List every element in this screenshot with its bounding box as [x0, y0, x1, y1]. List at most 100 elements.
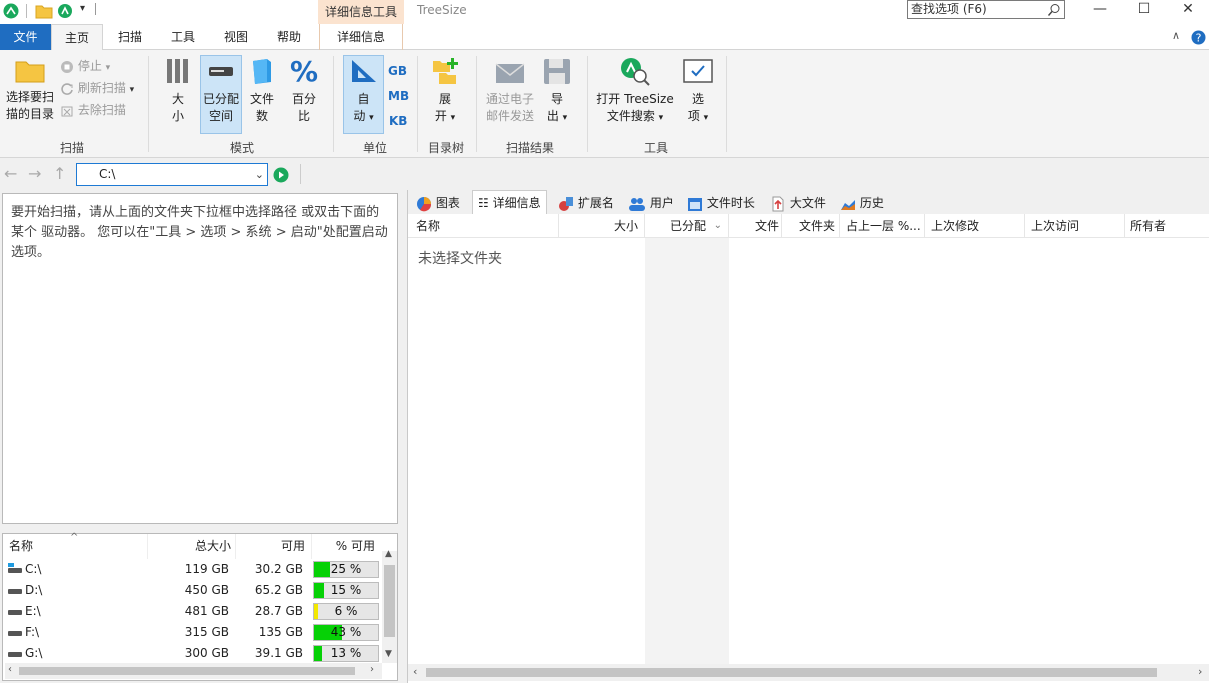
- scroll-thumb[interactable]: [426, 668, 1157, 677]
- tab-extensions[interactable]: 扩展名: [558, 192, 614, 214]
- tab-details-label: 详细信息: [492, 196, 541, 210]
- refresh-icon: [61, 82, 73, 95]
- calendar-icon: [688, 197, 702, 211]
- tab-scan[interactable]: 扫描: [106, 24, 154, 50]
- qat-dropdown-icon[interactable]: ▾: [80, 3, 85, 14]
- scan-icon[interactable]: [57, 2, 75, 20]
- export-button[interactable]: 导 出 ▾: [540, 56, 574, 127]
- up-arrow-icon[interactable]: ↑: [53, 164, 66, 183]
- drive-row[interactable]: E:\ 481 GB 28.7 GB 6 %: [3, 601, 383, 622]
- tab-view[interactable]: 视图: [212, 24, 260, 50]
- mode-percent-button[interactable]: % 百分 比: [286, 55, 322, 125]
- scroll-left-icon[interactable]: ‹: [413, 665, 417, 678]
- mode-allocated-button[interactable]: 已分配 空间: [200, 55, 242, 134]
- expand-button[interactable]: 展 开 ▾: [426, 56, 464, 127]
- drive-row[interactable]: F:\ 315 GB 135 GB 43 %: [3, 622, 383, 643]
- minimize-button[interactable]: —: [1078, 0, 1122, 20]
- size-bars-icon: [167, 59, 188, 83]
- col-owner[interactable]: 所有者: [1125, 214, 1209, 238]
- choose-label-2: 描的目录: [5, 107, 54, 121]
- send-email-button[interactable]: 通过电子 邮件发送: [482, 56, 538, 125]
- close-button[interactable]: ✕: [1166, 0, 1209, 20]
- unit-kb-button[interactable]: KB: [389, 114, 407, 128]
- percent-icon: %: [290, 55, 318, 88]
- drive-list-horizontal-scrollbar[interactable]: ‹ ›: [5, 663, 382, 679]
- drive-row[interactable]: G:\ 300 GB 39.1 GB 13 %: [3, 643, 383, 664]
- col-header-name[interactable]: 名称: [9, 534, 33, 559]
- path-combobox[interactable]: C:\ ⌄: [76, 163, 268, 186]
- mode-size-button[interactable]: 大 小: [160, 56, 196, 125]
- col-last-accessed[interactable]: 上次访问: [1025, 214, 1125, 238]
- scroll-thumb[interactable]: [384, 565, 395, 637]
- col-header-free[interactable]: 可用: [235, 534, 305, 559]
- unit-gb-button[interactable]: GB: [388, 64, 407, 78]
- tab-tools[interactable]: 工具: [160, 24, 206, 50]
- tab-history[interactable]: 历史: [840, 192, 884, 214]
- scroll-right-icon[interactable]: ›: [1198, 665, 1202, 678]
- collapse-ribbon-icon[interactable]: ∧: [1172, 29, 1180, 42]
- path-dropdown-icon[interactable]: ⌄: [255, 164, 264, 185]
- view-tabs: 图表 ☷ 详细信息 扩展名 用户 文件时长 大文件 历史: [408, 190, 1209, 214]
- scroll-thumb[interactable]: [19, 667, 355, 675]
- drive-total: 315 GB: [184, 625, 229, 639]
- history-chart-icon: [841, 199, 855, 210]
- col-folders[interactable]: 文件夹: [782, 214, 840, 238]
- email-icon: [495, 63, 525, 83]
- drive-name: E:\: [25, 604, 41, 618]
- col-percent-parent[interactable]: 占上一层 %...: [840, 214, 925, 238]
- folder-tree-pane[interactable]: 要开始扫描，请从上面的文件夹下拉框中选择路径 或双击下面的某个 驱动器。 您可以…: [2, 193, 398, 524]
- details-horizontal-scrollbar[interactable]: ‹ ›: [408, 664, 1209, 681]
- drive-row[interactable]: D:\ 450 GB 65.2 GB 15 %: [3, 580, 383, 601]
- drive-row[interactable]: C:\ 119 GB 30.2 GB 25 %: [3, 559, 383, 580]
- remove-scan-button[interactable]: 去除扫描: [60, 100, 126, 120]
- col-allocated[interactable]: 已分配 ⌄: [645, 214, 729, 238]
- tab-home[interactable]: 主页: [51, 24, 103, 51]
- col-header-pct-free[interactable]: % 可用: [311, 534, 375, 559]
- col-name[interactable]: 名称: [408, 214, 559, 238]
- back-arrow-icon[interactable]: ←: [4, 164, 17, 183]
- options-button[interactable]: 选 项 ▾: [680, 56, 716, 127]
- tab-chart[interactable]: 图表: [416, 192, 460, 214]
- drive-icon: [8, 631, 22, 636]
- tab-details[interactable]: 详细信息: [319, 24, 403, 50]
- help-icon[interactable]: ?: [1191, 30, 1206, 45]
- unit-auto-button[interactable]: 自 动 ▾: [343, 55, 384, 134]
- tab-file-age[interactable]: 文件时长: [687, 192, 755, 214]
- scroll-right-icon[interactable]: ›: [370, 664, 374, 675]
- disk-icon: [209, 67, 233, 76]
- group-label-unit: 单位: [362, 141, 387, 155]
- col-files[interactable]: 文件: [729, 214, 782, 238]
- stop-button[interactable]: 停止 ▾: [60, 56, 110, 76]
- scroll-left-icon[interactable]: ‹: [8, 664, 12, 675]
- forward-arrow-icon[interactable]: →: [28, 164, 41, 183]
- scroll-down-icon[interactable]: ▼: [385, 649, 392, 659]
- mode-files-button[interactable]: 文件 数: [246, 56, 278, 125]
- choose-directory-button[interactable]: 选择要扫 描的目录: [2, 56, 58, 123]
- open-file-search-button[interactable]: 打开 TreeSize 文件搜索 ▾: [594, 56, 676, 127]
- scroll-up-icon[interactable]: ▲: [385, 549, 392, 559]
- drive-free: 65.2 GB: [254, 583, 303, 597]
- refresh-scan-button[interactable]: 刷新扫描 ▾: [60, 78, 134, 98]
- tab-large-files[interactable]: 大文件: [770, 192, 826, 214]
- tab-details-view[interactable]: ☷ 详细信息: [472, 190, 547, 214]
- drive-icon: [8, 652, 22, 657]
- search-placeholder: 查找选项 (F6): [911, 2, 987, 16]
- tab-file[interactable]: 文件: [0, 24, 51, 50]
- unit-mb-button[interactable]: MB: [388, 89, 409, 103]
- col-header-total[interactable]: 总大小: [147, 534, 231, 559]
- col-last-modified[interactable]: 上次修改: [925, 214, 1025, 238]
- group-label-mode: 模式: [229, 141, 254, 155]
- start-scan-icon[interactable]: [273, 167, 289, 183]
- tab-help[interactable]: 帮助: [266, 24, 312, 50]
- search-options-input[interactable]: 查找选项 (F6): [907, 0, 1065, 19]
- drive-list-vertical-scrollbar[interactable]: ▲ ▼: [382, 549, 397, 663]
- files-count-icon: [253, 59, 271, 84]
- group-separator: [417, 56, 418, 152]
- large-file-icon: [772, 196, 784, 211]
- col-size[interactable]: 大小: [559, 214, 645, 238]
- qat-end-separator: [95, 3, 96, 15]
- tab-chart-label: 图表: [435, 196, 460, 210]
- maximize-button[interactable]: ☐: [1122, 0, 1166, 20]
- folder-icon[interactable]: [35, 3, 53, 19]
- tab-users[interactable]: 用户: [628, 192, 674, 214]
